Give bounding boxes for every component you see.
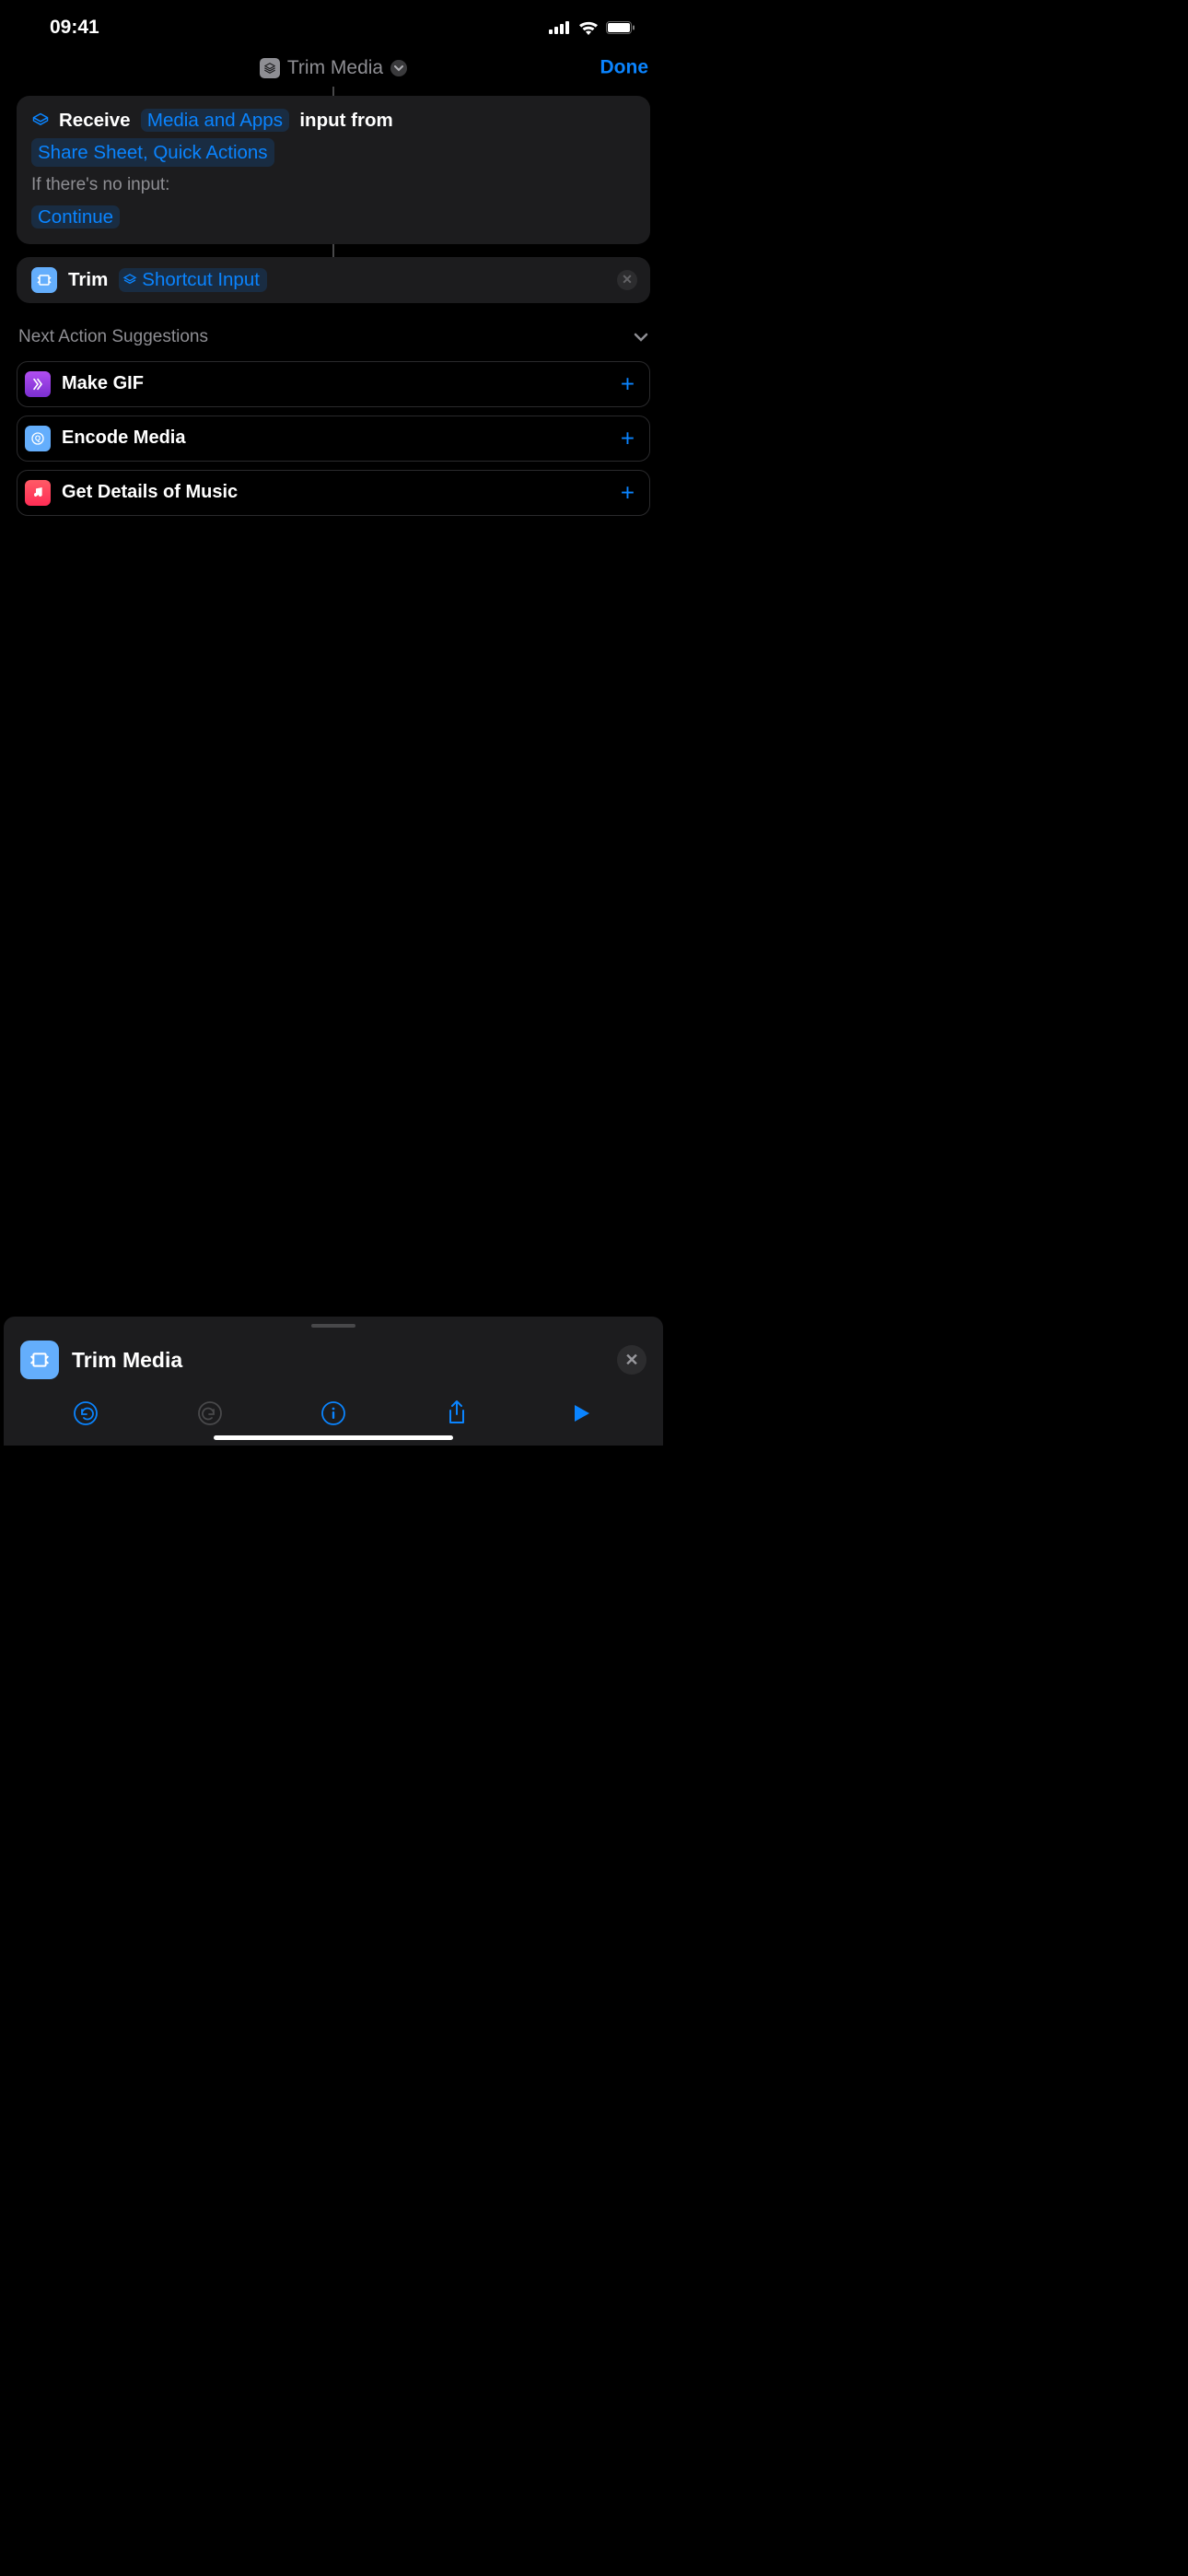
- status-bar: 09:41: [0, 0, 667, 50]
- sheet-grabber[interactable]: [311, 1324, 355, 1328]
- suggestions-header[interactable]: Next Action Suggestions: [17, 303, 650, 353]
- shortcut-tile-icon: [260, 58, 280, 78]
- shortcut-input-token[interactable]: Shortcut Input: [119, 268, 267, 292]
- continue-token[interactable]: Continue: [31, 205, 120, 228]
- suggestion-make-gif[interactable]: Make GIF +: [17, 361, 650, 407]
- suggestion-label: Get Details of Music: [62, 482, 238, 503]
- add-suggestion-button[interactable]: +: [621, 369, 635, 398]
- shortcut-glyph-icon: [31, 111, 50, 130]
- undo-button[interactable]: [70, 1398, 101, 1429]
- search-sheet[interactable]: Trim Media ✕: [4, 1317, 663, 1446]
- wifi-icon: [578, 20, 599, 35]
- status-time: 09:41: [50, 17, 99, 39]
- nav-bar: Trim Media Done: [0, 50, 667, 87]
- add-suggestion-button[interactable]: +: [621, 478, 635, 507]
- cellular-icon: [549, 21, 571, 34]
- variable-glyph-icon: [122, 273, 137, 287]
- source-token[interactable]: Share Sheet, Quick Actions: [31, 138, 274, 168]
- suggestions-title: Next Action Suggestions: [18, 327, 208, 347]
- home-indicator[interactable]: [214, 1435, 453, 1440]
- suggestion-encode-media[interactable]: Q Encode Media +: [17, 416, 650, 462]
- receive-verb: Receive: [59, 110, 131, 131]
- editor-canvas: Receive Media and Apps input from Share …: [0, 87, 667, 516]
- page-title: Trim Media: [287, 57, 383, 79]
- svg-text:Q: Q: [35, 434, 41, 442]
- trim-icon: [31, 267, 57, 293]
- info-button[interactable]: [318, 1398, 349, 1429]
- suggestion-label: Encode Media: [62, 427, 185, 449]
- sheet-header: Trim Media ✕: [4, 1337, 663, 1392]
- receive-action-card[interactable]: Receive Media and Apps input from Share …: [17, 96, 650, 244]
- connector-line: [332, 87, 334, 96]
- receive-suffix: input from: [299, 110, 392, 131]
- connector-line: [332, 244, 334, 257]
- share-button[interactable]: [441, 1398, 472, 1429]
- encode-icon: Q: [25, 426, 51, 451]
- trim-verb: Trim: [68, 269, 108, 291]
- add-suggestion-button[interactable]: +: [621, 424, 635, 452]
- gif-icon: [25, 371, 51, 397]
- status-right: [549, 20, 635, 35]
- chevron-down-icon: [634, 333, 648, 342]
- chevron-down-icon[interactable]: [390, 60, 407, 76]
- done-button[interactable]: Done: [600, 57, 649, 79]
- trim-icon: [20, 1341, 59, 1379]
- suggestion-label: Make GIF: [62, 373, 144, 394]
- run-button[interactable]: [565, 1398, 597, 1429]
- music-icon: [25, 480, 51, 506]
- trim-action-card[interactable]: Trim Shortcut Input ✕: [17, 257, 650, 303]
- suggestion-music-details[interactable]: Get Details of Music +: [17, 470, 650, 516]
- bottom-toolbar: [4, 1392, 663, 1429]
- input-type-token[interactable]: Media and Apps: [141, 109, 289, 132]
- clear-action-button[interactable]: ✕: [617, 270, 637, 290]
- battery-icon: [606, 21, 635, 34]
- no-input-label: If there's no input:: [31, 172, 635, 198]
- redo-button[interactable]: [194, 1398, 226, 1429]
- nav-title-group[interactable]: Trim Media: [260, 57, 407, 79]
- sheet-title: Trim Media: [72, 1348, 182, 1373]
- close-sheet-button[interactable]: ✕: [617, 1345, 646, 1375]
